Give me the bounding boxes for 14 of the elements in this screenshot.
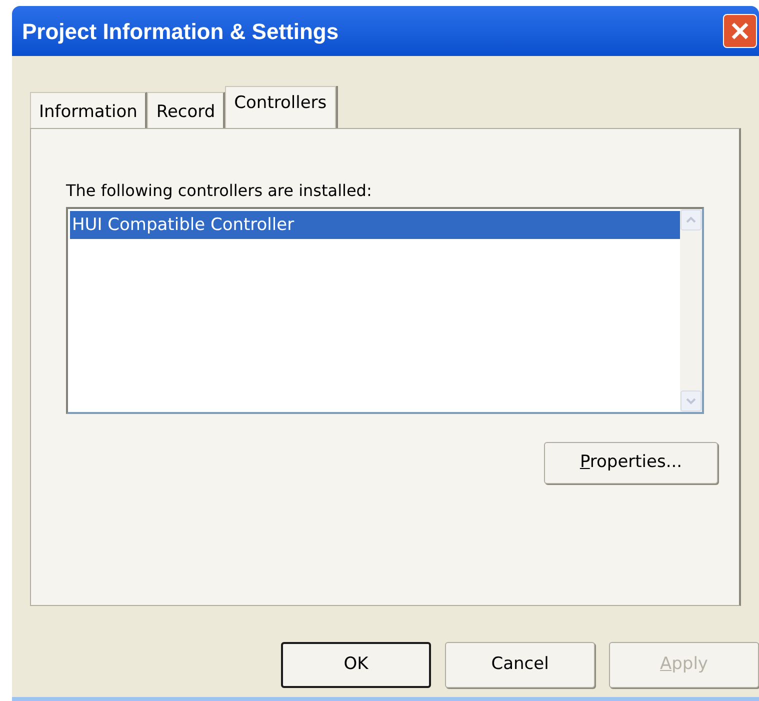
scroll-up-icon[interactable] — [680, 209, 702, 231]
scrollbar[interactable] — [680, 209, 702, 412]
dialog-button[interactable]: OK — [281, 642, 431, 688]
list-label: The following controllers are installed: — [66, 180, 373, 202]
properties-button[interactable]: Properties... — [544, 442, 718, 484]
dialog-button[interactable]: Cancel — [445, 642, 595, 688]
close-button[interactable] — [723, 14, 757, 48]
list-item[interactable]: HUI Compatible Controller — [70, 211, 680, 239]
tab[interactable]: Controllers — [225, 86, 336, 128]
tab[interactable]: Information — [30, 92, 148, 128]
tab[interactable]: Record — [147, 92, 226, 128]
close-icon — [730, 21, 750, 41]
scroll-down-icon[interactable] — [680, 390, 702, 412]
window-title: Project Information & Settings — [22, 18, 339, 46]
